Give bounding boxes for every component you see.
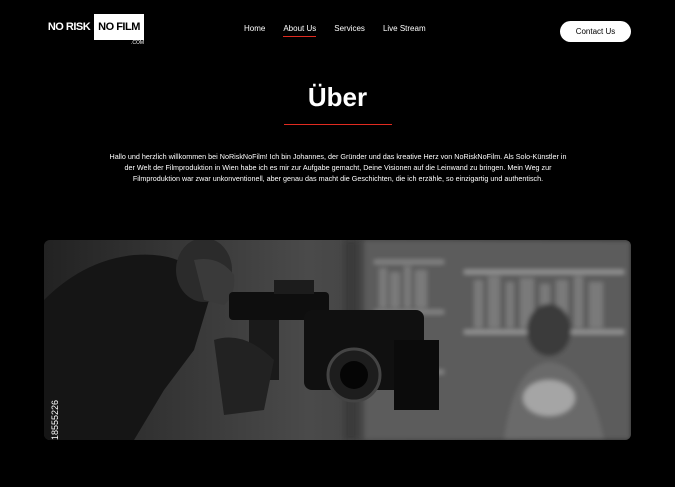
nav-home[interactable]: Home (244, 24, 265, 37)
nav-about-us[interactable]: About Us (283, 24, 316, 37)
nav-services[interactable]: Services (334, 24, 365, 37)
brand-logo[interactable]: NO RISK NO FILM .COM (46, 14, 146, 48)
logo-domain: .COM (130, 40, 144, 46)
page-title: Über (307, 82, 368, 112)
hero-photo-videographer: 18555226 (44, 240, 631, 440)
intro-paragraph: Hallo und herzlich willkommen bei NoRisk… (109, 152, 567, 183)
title-underline (284, 124, 392, 125)
stock-image-id: 18555226 (50, 399, 60, 440)
main-navigation: Home About Us Services Live Stream (244, 24, 426, 37)
logo-text-left: NO RISK (47, 21, 91, 33)
contact-us-button[interactable]: Contact Us (560, 21, 631, 42)
photo-illustration (44, 240, 631, 440)
nav-live-stream[interactable]: Live Stream (383, 24, 426, 37)
logo-text-right: NO FILM (94, 14, 144, 40)
